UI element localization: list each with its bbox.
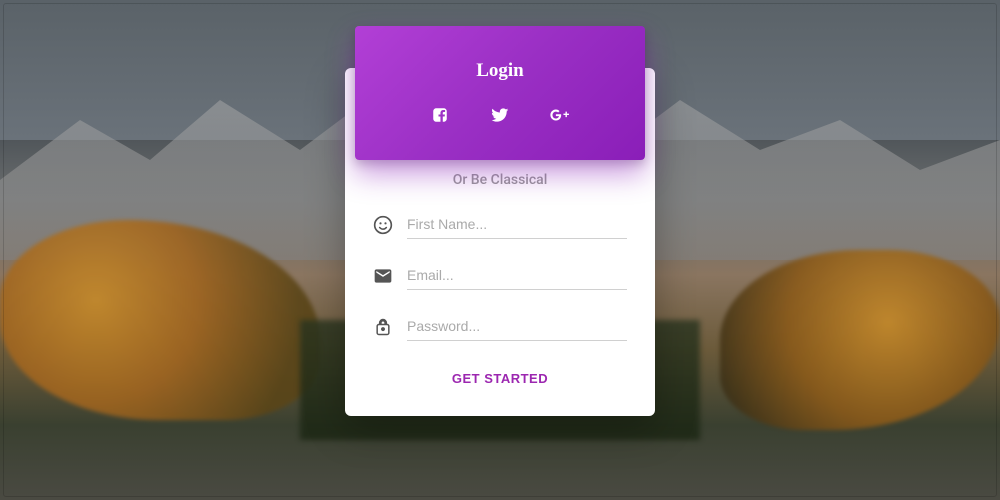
email-input[interactable] bbox=[407, 261, 627, 290]
bg-foliage-right bbox=[720, 250, 1000, 430]
facebook-icon[interactable] bbox=[429, 104, 451, 126]
email-row bbox=[373, 261, 627, 290]
person-icon bbox=[373, 215, 393, 235]
get-started-button[interactable]: GET STARTED bbox=[436, 363, 564, 394]
social-login-row bbox=[429, 104, 571, 126]
first-name-row bbox=[373, 210, 627, 239]
twitter-icon[interactable] bbox=[489, 104, 511, 126]
divider-text: Or Be Classical bbox=[373, 172, 627, 188]
googleplus-icon[interactable] bbox=[549, 104, 571, 126]
password-input[interactable] bbox=[407, 312, 627, 341]
lock-icon bbox=[373, 317, 393, 337]
login-title: Login bbox=[476, 60, 524, 82]
email-icon bbox=[373, 266, 393, 286]
login-header-panel: Login bbox=[355, 26, 645, 160]
first-name-input[interactable] bbox=[407, 210, 627, 239]
password-row bbox=[373, 312, 627, 341]
